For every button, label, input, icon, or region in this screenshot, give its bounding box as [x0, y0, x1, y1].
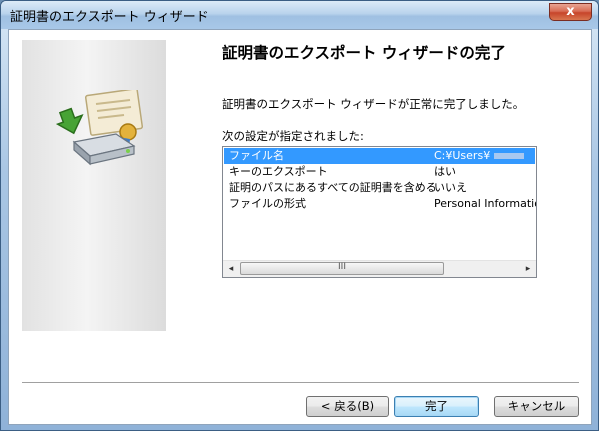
finish-button[interactable]: 完了 — [394, 396, 479, 417]
title-bar[interactable]: 証明書のエクスポート ウィザード x — [1, 1, 598, 29]
list-item[interactable]: キーのエクスポート はい — [224, 164, 535, 180]
list-item[interactable]: 証明のパスにあるすべての証明書を含める いいえ — [224, 180, 535, 196]
close-icon: x — [566, 4, 575, 19]
page-title: 証明書のエクスポート ウィザードの完了 — [222, 44, 506, 62]
scroll-left-arrow-icon[interactable]: ◂ — [223, 261, 239, 277]
setting-name: キーのエクスポート — [229, 165, 328, 178]
setting-name: ファイルの形式 — [229, 197, 306, 210]
scroll-thumb[interactable]: III — [240, 262, 444, 275]
redacted-path — [494, 153, 524, 159]
grip-icon: III — [338, 262, 346, 272]
setting-value: Personal Information — [434, 197, 536, 210]
wizard-body: 証明書のエクスポート ウィザードの完了 証明書のエクスポート ウィザードが正常に… — [8, 29, 592, 425]
list-item[interactable]: ファイル名 C:¥Users¥ — [224, 148, 535, 164]
back-button[interactable]: < 戻る(B) — [306, 396, 389, 417]
window-title: 証明書のエクスポート ウィザード — [10, 10, 209, 25]
close-button[interactable]: x — [549, 3, 592, 21]
completion-message: 証明書のエクスポート ウィザードが正常に完了しました。 — [222, 97, 525, 111]
settings-list-label: 次の設定が指定されました: — [222, 129, 364, 143]
setting-name: ファイル名 — [229, 149, 284, 162]
scroll-right-arrow-icon[interactable]: ▸ — [520, 261, 536, 277]
wizard-side-panel — [22, 40, 166, 331]
settings-rows: ファイル名 C:¥Users¥ キーのエクスポート はい 証明のパスにあるすべて… — [223, 147, 536, 261]
setting-value: いいえ — [434, 181, 467, 194]
setting-value: はい — [434, 165, 456, 178]
list-item[interactable]: ファイルの形式 Personal Information — [224, 196, 536, 212]
certificate-export-icon — [55, 90, 144, 166]
setting-name: 証明のパスにあるすべての証明書を含める — [229, 181, 437, 194]
divider — [22, 382, 579, 384]
cancel-button[interactable]: キャンセル — [494, 396, 579, 417]
wizard-window: 証明書のエクスポート ウィザード x 証明書のエクスポート ウィザードの完了 証… — [0, 0, 599, 431]
horizontal-scrollbar[interactable]: ◂ III ▸ — [223, 260, 536, 277]
settings-list[interactable]: ファイル名 C:¥Users¥ キーのエクスポート はい 証明のパスにあるすべて… — [222, 146, 537, 278]
